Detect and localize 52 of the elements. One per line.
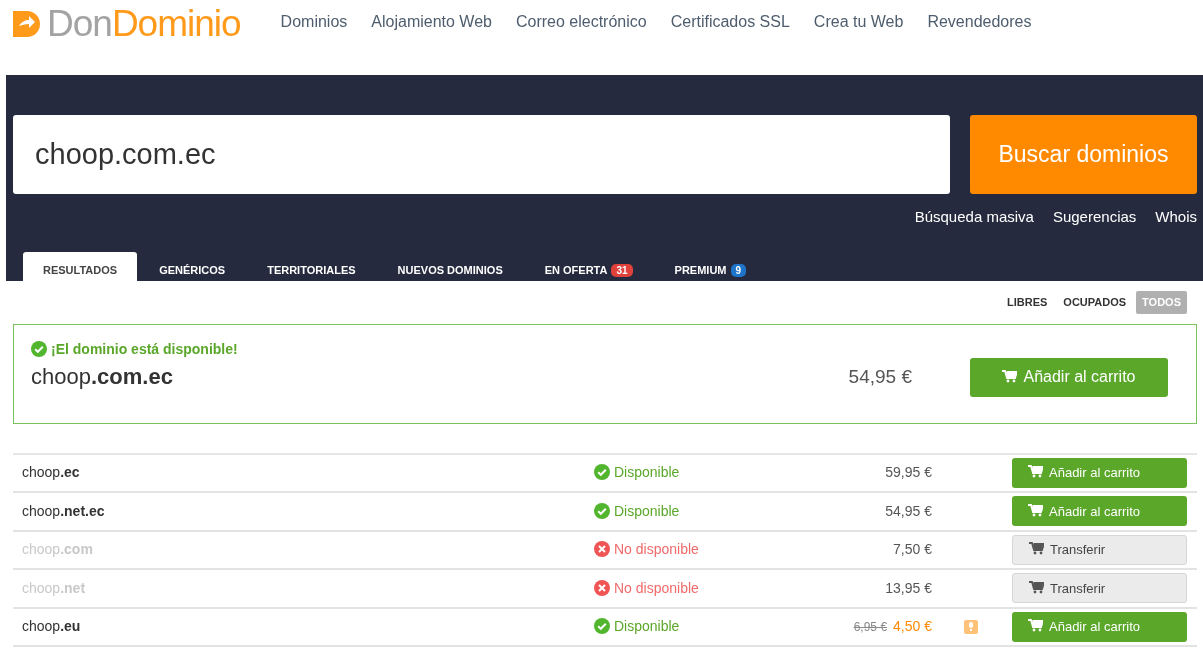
availability-status: No disponible [594, 539, 774, 561]
availability-status: Disponible [594, 500, 774, 522]
tab[interactable]: TERRITORIALES [247, 251, 376, 283]
availability-status: Disponible [594, 616, 774, 638]
cart-icon [1002, 370, 1018, 383]
search-link[interactable]: Sugerencias [1052, 206, 1137, 229]
filter-tab[interactable]: OCUPADOS [1057, 291, 1133, 314]
cart-icon [1029, 542, 1044, 555]
logo-icon [13, 10, 41, 37]
price: 59,95 € [885, 464, 932, 481]
tab[interactable]: NUEVOS DOMINIOS [377, 251, 523, 283]
search-link[interactable]: Búsqueda masiva [914, 206, 1034, 229]
nav-link[interactable]: Alojamiento Web [371, 9, 492, 38]
check-icon [31, 340, 47, 357]
domain-name: choop.ec [22, 463, 81, 483]
domain-name: choop.eu [22, 617, 82, 637]
availability-status: Disponible [594, 462, 774, 484]
nav-link[interactable]: Certificados SSL [670, 9, 790, 38]
count-badge: 9 [730, 263, 747, 277]
tab[interactable]: PREMIUM 9 [654, 251, 767, 283]
tab[interactable]: EN OFERTA 31 [524, 251, 653, 283]
price: 7,50 € [893, 541, 932, 558]
search-link[interactable]: Whois [1155, 206, 1197, 229]
cross-icon [594, 579, 610, 596]
nav-link[interactable]: Dominios [280, 9, 348, 38]
tab[interactable]: GENÉRICOS [139, 251, 246, 283]
check-icon [594, 618, 610, 635]
search-field[interactable]: choop.com.ec [13, 115, 950, 194]
cart-icon [1028, 465, 1043, 478]
domain-name: choop.com.ec [31, 362, 174, 391]
availability-status: No disponible [594, 577, 774, 599]
check-icon [594, 502, 610, 519]
sale-price: 4,50 € [893, 618, 932, 635]
count-badge: 31 [611, 263, 633, 277]
cart-icon [1028, 503, 1043, 517]
price: 54,95 € [885, 502, 932, 519]
nav-link[interactable]: Revendedores [927, 9, 1032, 38]
cart-icon [1029, 580, 1044, 594]
cross-icon [594, 541, 610, 558]
cart-icon [1028, 619, 1043, 632]
availability-message: ¡El dominio está disponible! [31, 338, 238, 360]
check-icon [594, 464, 610, 481]
transfer-button[interactable]: Transferir [1012, 534, 1187, 565]
nav-link[interactable]: Correo electrónico [515, 9, 647, 38]
price: 54,95 € [848, 364, 912, 389]
price: 13,95 € [885, 579, 932, 596]
filter-tab[interactable]: LIBRES [1001, 291, 1054, 314]
old-price: 6,95 € [853, 620, 888, 635]
tab[interactable]: RESULTADOS [23, 251, 138, 283]
transfer-button[interactable]: Transferir [1012, 573, 1187, 604]
nav-link[interactable]: Crea tu Web [813, 9, 904, 38]
domain-name: choop.net.ec [22, 501, 106, 521]
